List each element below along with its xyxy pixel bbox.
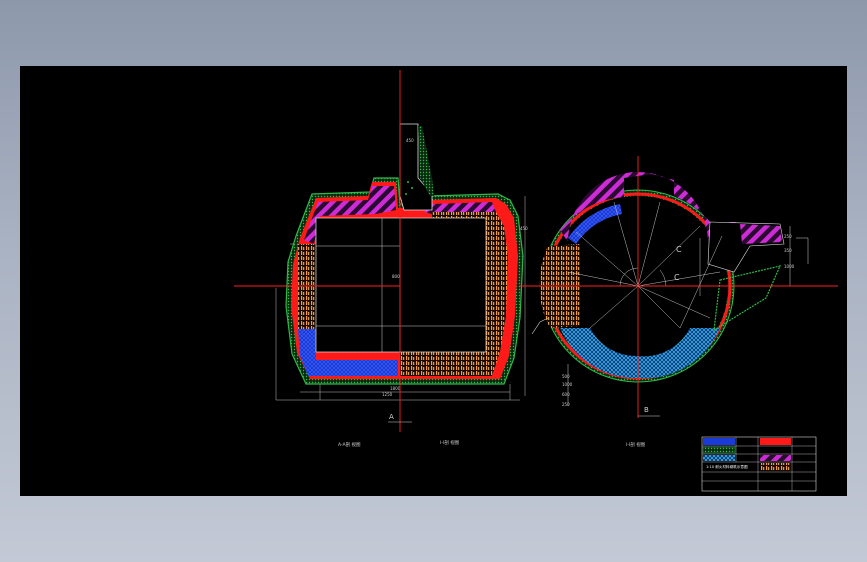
left-orange-wall [298,244,316,329]
svg-text:1250: 1250 [382,392,393,397]
svg-text:1000: 1000 [784,264,795,269]
arc-label-c2: C [674,273,680,282]
svg-text:250: 250 [562,402,570,407]
view-labels: A-A剖 视图 I-I剖 视图 I-I剖 视图 [338,439,646,448]
view-label-middle: I-I剖 视图 [440,439,460,446]
svg-text:1000: 1000 [562,382,573,387]
legend-swatch-orange [760,463,791,471]
title-block: 1:10 耐火材料砌筑示意图 [701,436,817,492]
right-leader [531,317,549,335]
right-flue-magenta [740,224,782,244]
svg-text:450: 450 [520,226,528,231]
section-mark-a: A [389,413,394,421]
kiln-section-drawing: 450 800 1800 1250 450 A C C 250 350 1000… [234,70,838,492]
legend-swatch-blue [703,438,735,445]
legend-swatch-green [702,446,736,454]
cad-viewport[interactable]: 450 800 1800 1250 450 A C C 250 350 1000… [20,66,847,496]
view-label-right: I-I剖 视图 [626,441,646,448]
section-mark-b: B [644,406,649,414]
arc-label-c1: C [676,245,682,254]
svg-text:450: 450 [406,138,414,143]
svg-text:250: 250 [784,234,792,239]
title-block-frame [701,436,817,492]
legend-swatch-cyan [703,455,735,461]
svg-text:600: 600 [562,392,570,397]
svg-text:800: 800 [392,274,400,279]
left-inner-chamber [315,217,487,353]
legend-note: 1:10 耐火材料砌筑示意图 [706,464,748,469]
left-section-view: 450 800 1800 1250 450 A [234,70,528,432]
view-label-left: A-A剖 视图 [338,441,361,448]
right-section-view: C C 250 350 1000 500 1000 600 250 B [520,156,838,418]
svg-text:500: 500 [562,374,570,379]
legend-swatch-magenta [760,455,791,461]
legend-swatch-red [760,438,791,445]
svg-text:350: 350 [784,248,792,253]
svg-text:1800: 1800 [390,386,401,391]
